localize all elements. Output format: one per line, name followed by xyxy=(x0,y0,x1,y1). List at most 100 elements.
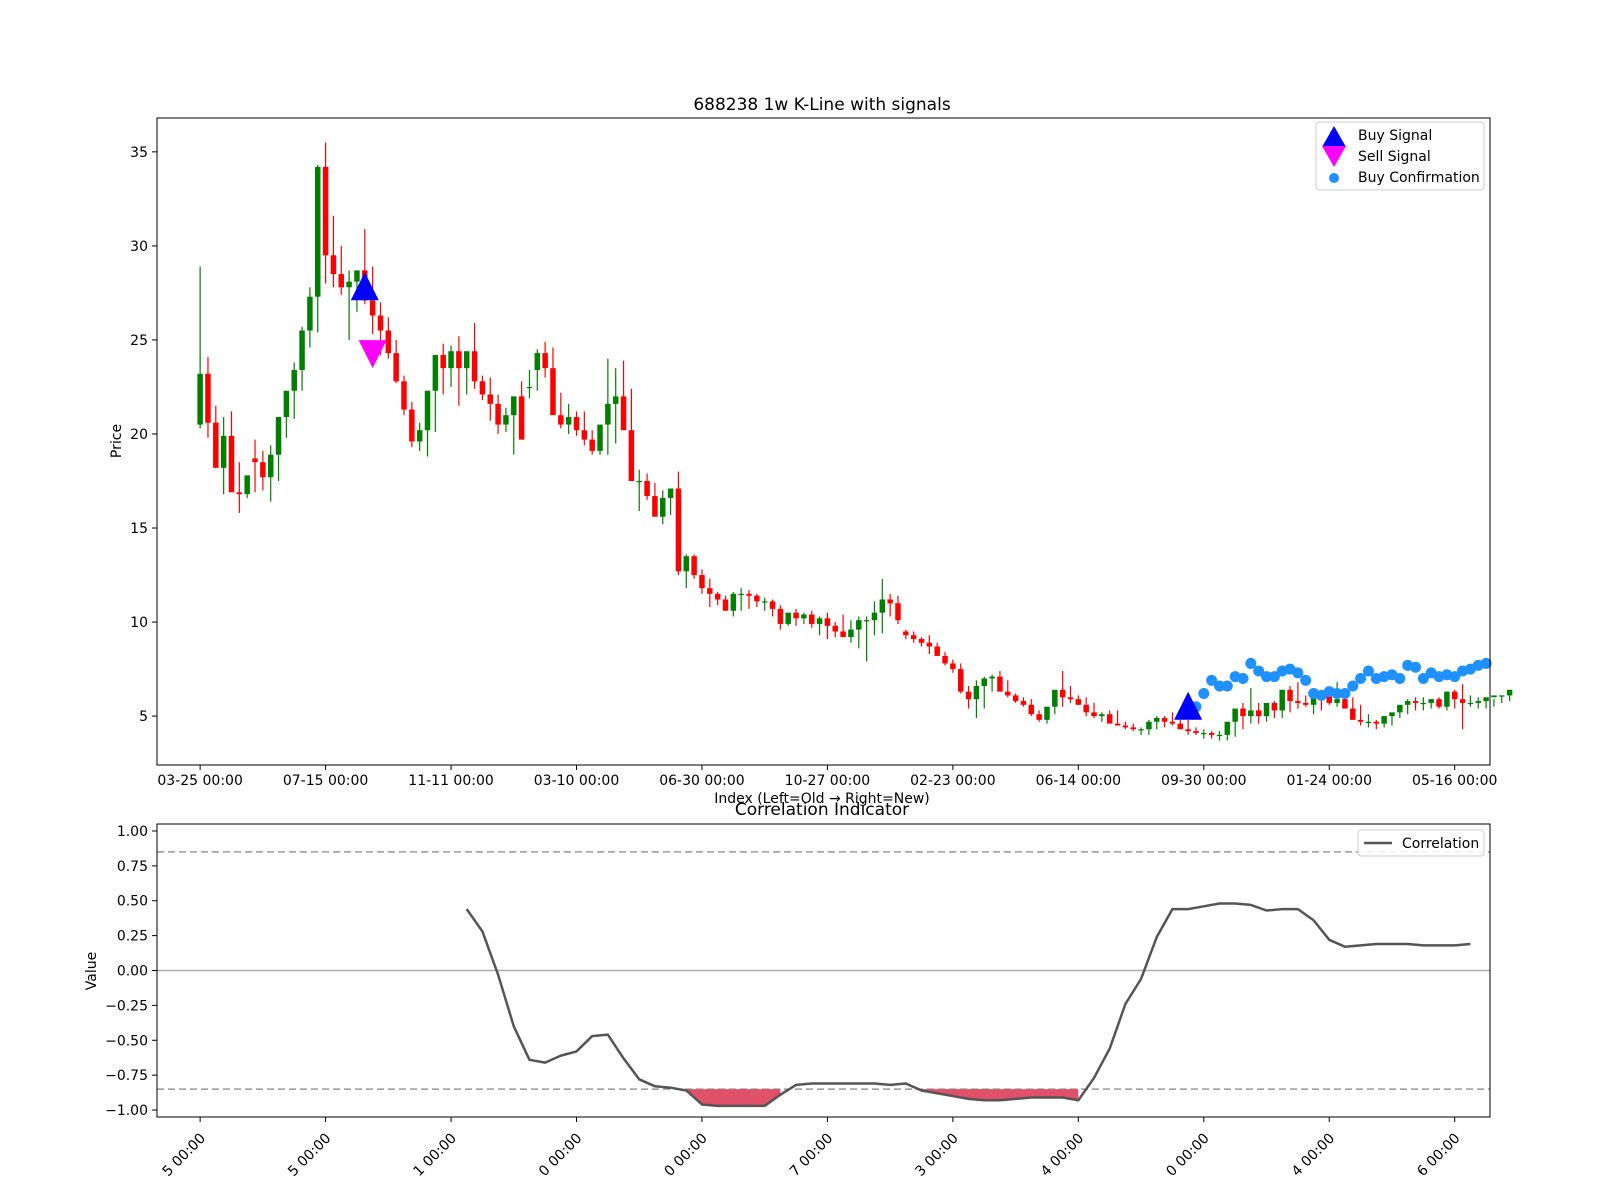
candle-body xyxy=(777,608,784,624)
candle-body xyxy=(628,430,635,481)
candle-body xyxy=(385,330,392,354)
candle-body xyxy=(840,631,846,638)
candle-body xyxy=(1491,695,1497,698)
candle-body xyxy=(848,629,854,638)
candle-body xyxy=(1467,702,1474,705)
correlation-ytick-label: 1.00 xyxy=(117,824,148,840)
buy-confirmation-point xyxy=(1198,688,1210,700)
candle-body xyxy=(1091,712,1097,717)
candle-body xyxy=(573,417,580,431)
candle-body xyxy=(314,166,321,297)
candle-body xyxy=(299,330,305,371)
candle-body xyxy=(1099,714,1105,717)
kline-ytick-label: 20 xyxy=(130,427,148,443)
correlation-ytick-label: 0.00 xyxy=(117,964,148,980)
candle-body xyxy=(761,601,768,603)
candle-body xyxy=(440,354,446,369)
candle-body xyxy=(989,676,995,679)
candle-body xyxy=(942,655,948,664)
candle-body xyxy=(1052,689,1058,707)
candle-body xyxy=(1248,710,1254,717)
legend-correlation: Correlation xyxy=(1402,836,1479,852)
correlation-y-ticks: −1.00 −0.75 −0.50 −0.25 0.00 0.25 0.50 0.75 1.00 xyxy=(105,824,157,1119)
candle-body xyxy=(1404,701,1411,705)
candle-body xyxy=(1012,695,1019,702)
buy-confirmation-point xyxy=(1410,661,1422,673)
candle-body xyxy=(1185,729,1191,732)
candle-body xyxy=(1044,706,1050,720)
candle-body xyxy=(503,415,509,425)
candle-body xyxy=(307,296,313,331)
candle-body xyxy=(283,390,290,418)
candle-body xyxy=(816,618,823,624)
candle-body xyxy=(1114,723,1121,726)
candle-body xyxy=(346,281,352,288)
candle-body xyxy=(511,396,517,416)
candle-body xyxy=(1381,716,1387,724)
candle-body xyxy=(267,454,274,478)
candle-body xyxy=(1397,704,1403,713)
kline-xtick-label: 07-15 00:00 xyxy=(283,773,368,789)
candle-body xyxy=(1075,699,1082,705)
candle-body xyxy=(934,646,940,656)
kline-xtick-label: 05-16 00:00 xyxy=(1412,773,1497,789)
correlation-ytick-label: −0.75 xyxy=(105,1068,148,1084)
correlation-x-ticks: 5 00:00 5 00:00 1 00:00 0 00:00 0 00:00 7 00:… xyxy=(160,1117,1464,1180)
correlation-xtick-label: 6 00:00 xyxy=(1414,1131,1463,1180)
candle-body xyxy=(597,424,603,451)
candle-body xyxy=(1106,714,1113,724)
candle-body xyxy=(918,638,925,643)
kline-xtick-label: 06-30 00:00 xyxy=(659,773,744,789)
candle-body xyxy=(1130,727,1136,730)
candle-body xyxy=(636,480,642,483)
candle-body xyxy=(213,422,219,468)
candle-body xyxy=(479,381,486,395)
candle-body xyxy=(863,620,870,622)
correlation-ytick-label: 0.75 xyxy=(117,859,148,875)
candle-body xyxy=(714,593,721,600)
candle-body xyxy=(1506,689,1513,696)
candle-body xyxy=(785,612,791,624)
kline-y-ticks: 5 10 15 20 25 30 35 xyxy=(130,145,157,725)
candle-body xyxy=(487,394,493,404)
candle-body xyxy=(581,430,588,440)
kline-xtick-label: 03-10 00:00 xyxy=(534,773,619,789)
candle-body xyxy=(1154,717,1160,722)
candle-body xyxy=(432,354,439,391)
correlation-ylabel: Value xyxy=(84,952,100,990)
candle-body xyxy=(1499,695,1505,697)
buy-confirmation-point xyxy=(1221,680,1233,692)
candle-body xyxy=(997,676,1003,692)
correlation-axes: Correlation Indicator −1.00 −0.75 −0.50 −0.… xyxy=(84,800,1491,1180)
candle-body xyxy=(197,373,203,425)
candle-body xyxy=(1240,708,1246,717)
candle-body xyxy=(957,669,964,692)
candle-body xyxy=(1146,721,1152,730)
candle-body xyxy=(424,390,431,431)
candle-body xyxy=(691,556,697,576)
candle-body xyxy=(1122,725,1129,728)
candle-body xyxy=(675,488,682,572)
candle-body xyxy=(534,353,541,371)
kline-plot-area xyxy=(197,142,1513,741)
candle-body xyxy=(707,588,713,594)
candle-body xyxy=(1208,733,1215,735)
legend-buy-confirmation: Buy Confirmation xyxy=(1358,170,1480,186)
candle-body xyxy=(926,642,933,647)
kline-xtick-label: 02-23 00:00 xyxy=(910,773,995,789)
candle-body xyxy=(667,488,674,498)
candle-body xyxy=(542,353,548,369)
candle-body xyxy=(354,270,360,282)
correlation-ytick-label: 0.25 xyxy=(117,929,148,945)
correlation-ytick-label: −0.50 xyxy=(105,1033,148,1049)
candle-body xyxy=(793,612,799,619)
kline-legend: Buy Signal Sell Signal Buy Confirmation xyxy=(1315,121,1485,191)
correlation-xtick-label: 4 00:00 xyxy=(1038,1131,1087,1180)
correlation-xtick-label: 5 00:00 xyxy=(285,1131,334,1180)
candle-body xyxy=(879,599,886,613)
candle-body xyxy=(1138,729,1144,731)
correlation-title: Correlation Indicator xyxy=(735,800,909,820)
kline-ytick-label: 25 xyxy=(130,333,148,349)
kline-xtick-label: 10-27 00:00 xyxy=(785,773,870,789)
candle-body xyxy=(1169,721,1176,724)
